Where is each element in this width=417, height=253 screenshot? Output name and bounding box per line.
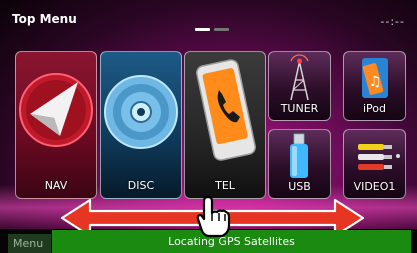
ipod-tile-label: iPod: [362, 102, 386, 115]
usb-tile-label: USB: [288, 180, 311, 193]
video1-tile-label: VIDEO1: [353, 180, 396, 193]
navigation-arrow-icon: [19, 73, 93, 147]
page-title: Top Menu: [12, 12, 77, 26]
header-bar: Top Menu --:--: [0, 0, 417, 36]
swipe-hand-icon: [196, 195, 231, 238]
usb-tile[interactable]: USB: [268, 129, 331, 199]
disc-icon: [104, 75, 178, 149]
page-dot-1: [195, 28, 210, 31]
menu-button[interactable]: Menu: [8, 234, 51, 253]
top-menu-screen: Top Menu --:-- NAV DISC TEL TUNER ♫ iPod…: [0, 0, 417, 253]
phone-icon: [196, 59, 256, 161]
clock: --:--: [380, 15, 405, 28]
disc-tile-label: DISC: [127, 179, 155, 192]
page-dot-2: [214, 28, 229, 31]
nav-tile[interactable]: NAV: [15, 51, 97, 199]
svg-text:♫: ♫: [369, 74, 382, 90]
tel-tile[interactable]: TEL: [184, 51, 266, 199]
nav-tile-label: NAV: [44, 179, 68, 192]
disc-tile[interactable]: DISC: [100, 51, 182, 199]
page-indicator: [195, 16, 233, 35]
ipod-tile[interactable]: ♫ iPod: [343, 51, 406, 121]
tel-tile-label: TEL: [215, 179, 235, 192]
video1-tile[interactable]: VIDEO1: [343, 129, 406, 199]
tuner-tile-label: TUNER: [280, 102, 319, 115]
tuner-tile[interactable]: TUNER: [268, 51, 331, 121]
